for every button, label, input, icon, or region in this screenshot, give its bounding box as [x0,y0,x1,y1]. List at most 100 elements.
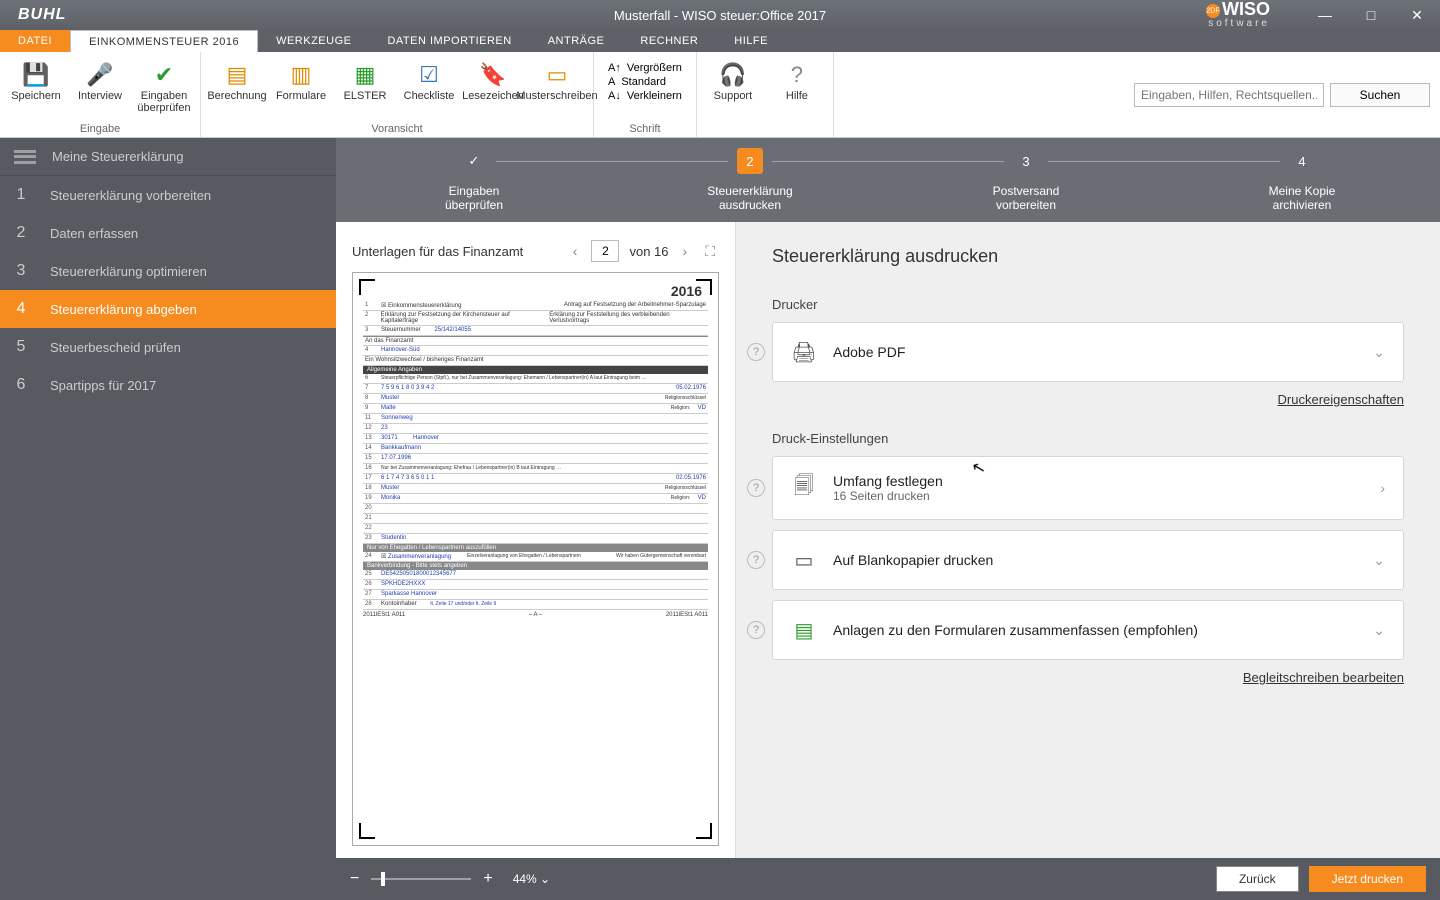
wizard-step-1[interactable]: ✓ Eingabenüberprüfen [336,148,612,212]
form-preview[interactable]: 2016 1☒ EinkommensteuererklärungAntrag a… [352,272,719,846]
prev-page-button[interactable]: ‹ [569,241,582,261]
zoom-slider[interactable] [371,878,471,880]
sidebar: Meine Steuererklärung 1Steuererklärung v… [0,138,336,900]
check-icon: ✔ [155,60,173,90]
sidebar-item-3[interactable]: 3Steuererklärung optimieren [0,252,336,290]
sidebar-item-1[interactable]: 1Steuererklärung vorbereiten [0,176,336,214]
checklist-icon: ☑ [419,60,439,90]
ribbon: 💾Speichern 🎤Interview ✔Eingaben überprüf… [0,52,1440,138]
help-icon[interactable]: ? [747,479,765,497]
printer-icon: 🖨 [791,339,817,365]
tab-daten-importieren[interactable]: DATEN IMPORTIEREN [369,30,529,52]
scope-card[interactable]: ? 🗐 Umfang festlegen16 Seiten drucken › [772,456,1404,520]
musterschreiben-button[interactable]: ▭Musterschreiben [527,56,587,102]
edit-cover-letter-link[interactable]: Begleitschreiben bearbeiten [1243,670,1404,685]
microphone-icon: 🎤 [86,60,113,90]
elster-button[interactable]: ▦ELSTER [335,56,395,102]
font-standard-button[interactable]: AStandard [608,76,682,88]
preview-title: Unterlagen für das Finanzamt [352,244,523,259]
page-icon: ▭ [791,547,817,573]
print-settings-label: Druck-Einstellungen [772,431,1404,446]
forms-icon: ▥ [291,60,312,90]
ribbon-group-voransicht: ▤Berechnung ▥Formulare ▦ELSTER ☑Checklis… [201,52,594,137]
next-page-button[interactable]: › [679,241,692,261]
font-smaller-icon: A↓ [608,90,621,102]
printer-properties-link[interactable]: Druckereigenschaften [1278,392,1404,407]
font-smaller-button[interactable]: A↓Verkleinern [608,90,682,102]
ribbon-search: Suchen [1134,52,1440,137]
font-larger-icon: A↑ [608,62,621,74]
wizard-steps: ✓ Eingabenüberprüfen 2 Steuererklärungau… [336,138,1440,222]
tab-werkzeuge[interactable]: WERKZEUGE [258,30,369,52]
wizard-step-4[interactable]: 4 Meine Kopiearchivieren [1164,148,1440,212]
footer-bar: − + 44% ⌄ Zurück Jetzt drucken [336,858,1440,900]
tab-hilfe[interactable]: HILFE [716,30,786,52]
headset-icon: 🎧 [719,60,746,90]
zoom-out-button[interactable]: − [350,870,359,888]
search-button[interactable]: Suchen [1330,83,1430,107]
pages-icon: 🗐 [791,475,817,501]
save-icon: 💾 [22,60,49,90]
letter-icon: ▭ [547,60,568,90]
sidebar-item-6[interactable]: 6Spartipps für 2017 [0,366,336,404]
print-settings-pane: Steuererklärung ausdrucken Drucker ? 🖨 A… [736,222,1440,858]
chevron-right-icon: › [1380,480,1385,496]
check-icon: ✓ [461,148,487,174]
wizard-step-2[interactable]: 2 Steuererklärungausdrucken [612,148,888,212]
titlebar: BUHL Musterfall - WISO steuer:Office 201… [0,0,1440,30]
formulare-button[interactable]: ▥Formulare [271,56,331,102]
euro-doc-icon: ▤ [227,60,248,90]
tab-file[interactable]: DATEI [0,30,70,52]
save-button[interactable]: 💾Speichern [6,56,66,114]
sidebar-item-5[interactable]: 5Steuerbescheid prüfen [0,328,336,366]
page-of-label: von 16 [629,244,668,259]
font-larger-button[interactable]: A↑Vergrößern [608,62,682,74]
attachments-card[interactable]: ? ▤ Anlagen zu den Formularen zusammenfa… [772,600,1404,660]
tab-antraege[interactable]: ANTRÄGE [530,30,623,52]
close-button[interactable]: ✕ [1394,0,1440,30]
menu-icon [14,150,36,164]
print-now-button[interactable]: Jetzt drucken [1309,866,1426,892]
wizard-step-3[interactable]: 3 Postversandvorbereiten [888,148,1164,212]
fullscreen-button[interactable]: ⛶ [701,241,719,262]
attach-form-icon: ▤ [791,617,817,643]
bookmark-icon: 🔖 [479,60,506,90]
vendor-logo: BUHL [0,6,84,24]
interview-button[interactable]: 🎤Interview [70,56,130,114]
page-number-input[interactable] [591,240,619,262]
check-inputs-button[interactable]: ✔Eingaben überprüfen [134,56,194,114]
lesezeichen-button[interactable]: 🔖Lesezeichen [463,56,523,102]
minimize-button[interactable]: — [1302,0,1348,30]
berechnung-button[interactable]: ▤Berechnung [207,56,267,102]
search-input[interactable] [1134,83,1324,107]
help-icon[interactable]: ? [747,343,765,361]
zoom-in-button[interactable]: + [483,870,492,888]
ribbon-group-eingabe: 💾Speichern 🎤Interview ✔Eingaben überprüf… [0,52,201,137]
sidebar-item-2[interactable]: 2Daten erfassen [0,214,336,252]
blank-paper-card[interactable]: ? ▭ Auf Blankopapier drucken ⌄ [772,530,1404,590]
question-icon: ? [791,60,803,90]
help-button[interactable]: ?Hilfe [767,56,827,102]
help-icon[interactable]: ? [747,551,765,569]
font-standard-icon: A [608,76,615,88]
back-button[interactable]: Zurück [1216,866,1299,892]
elster-icon: ▦ [355,60,376,90]
ribbon-group-support: 🎧Support ?Hilfe [697,52,834,137]
chevron-down-icon: ⌄ [1373,552,1385,569]
maximize-button[interactable]: □ [1348,0,1394,30]
printer-selector[interactable]: ? 🖨 Adobe PDF ⌄ [772,322,1404,382]
support-button[interactable]: 🎧Support [703,56,763,102]
zoom-percent[interactable]: 44% ⌄ [513,872,550,886]
tab-einkommensteuer[interactable]: EINKOMMENSTEUER 2016 [70,30,258,52]
sidebar-item-4[interactable]: 4Steuererklärung abgeben [0,290,336,328]
product-brand: WISO software [1206,4,1270,29]
sidebar-heading[interactable]: Meine Steuererklärung [0,138,336,176]
menu-tabs: DATEI EINKOMMENSTEUER 2016 WERKZEUGE DAT… [0,30,1440,52]
chevron-down-icon: ⌄ [1373,622,1385,639]
help-icon[interactable]: ? [747,621,765,639]
tab-rechner[interactable]: RECHNER [622,30,716,52]
ribbon-group-schrift: A↑Vergrößern AStandard A↓Verkleinern Sch… [594,52,697,137]
chevron-down-icon: ⌄ [1373,344,1385,361]
checkliste-button[interactable]: ☑Checkliste [399,56,459,102]
preview-pane: Unterlagen für das Finanzamt ‹ von 16 › … [336,222,736,858]
